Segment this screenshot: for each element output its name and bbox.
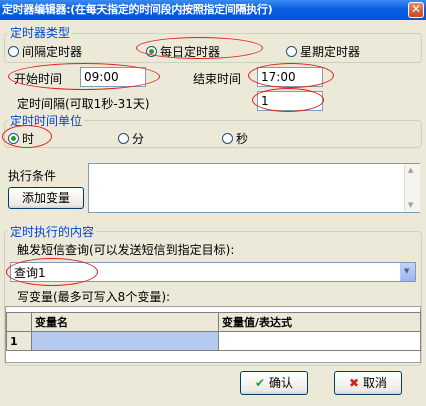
radio-label: 分 (132, 132, 145, 146)
end-time-input[interactable]: 17:00 (257, 67, 323, 87)
cancel-button[interactable]: ✖ 取消 (334, 371, 402, 395)
cross-icon: ✖ (349, 376, 360, 390)
time-unit-legend: 定时时间单位 (8, 112, 85, 129)
radio-button-selected[interactable] (146, 46, 157, 57)
close-icon: ✕ (410, 2, 422, 16)
timer-type-legend: 定时器类型 (8, 24, 73, 41)
title-bar: 定时器编辑器:(在每天指定的时间段内按照指定间隔执行) ✕ (0, 0, 426, 20)
radio-label: 每日定时器 (160, 45, 221, 59)
chevron-down-icon: ▼ (404, 267, 410, 275)
radio-unit-second[interactable]: 秒 (222, 130, 248, 147)
content-legend: 定时执行的内容 (8, 223, 97, 240)
radio-button-selected[interactable] (8, 133, 19, 144)
radio-daily-timer[interactable]: 每日定时器 (146, 43, 220, 60)
scroll-up-icon[interactable]: ▲ (408, 166, 413, 174)
radio-button[interactable] (222, 133, 233, 144)
trigger-select[interactable]: 查询1 ▼ (10, 262, 416, 282)
variable-value-cell[interactable] (218, 331, 421, 351)
radio-label: 秒 (236, 132, 249, 146)
row-number: 1 (6, 331, 32, 351)
radio-label: 时 (22, 132, 35, 146)
scroll-down-icon[interactable]: ▼ (408, 201, 413, 209)
end-time-label: 结束时间 (193, 72, 242, 86)
radio-unit-hour[interactable]: 时 (8, 130, 34, 147)
condition-textarea[interactable] (88, 163, 420, 213)
window-title: 定时器编辑器:(在每天指定的时间段内按照指定间隔执行) (2, 3, 273, 16)
radio-unit-minute[interactable]: 分 (118, 130, 144, 147)
add-variable-button[interactable]: 添加变量 (8, 187, 84, 209)
start-time-input[interactable]: 09:00 (80, 67, 146, 87)
radio-weekly-timer[interactable]: 星期定时器 (286, 43, 360, 60)
variable-name-cell[interactable] (31, 331, 219, 351)
row-number-header (6, 312, 32, 332)
ok-label: 确认 (268, 376, 293, 390)
radio-button[interactable] (8, 46, 19, 57)
radio-interval-timer[interactable]: 间隔定时器 (8, 43, 82, 60)
column-header-name: 变量名 (31, 312, 219, 332)
trigger-label: 触发短信查询(可以发送短信到指定目标): (17, 243, 235, 257)
condition-label: 执行条件 (8, 169, 57, 183)
trigger-select-value: 查询1 (14, 266, 46, 280)
table-row[interactable]: 1 (6, 331, 421, 351)
variables-table: 变量名 变量值/表达式 1 (6, 312, 421, 351)
dropdown-button[interactable]: ▼ (400, 263, 415, 281)
write-variables-label: 写变量(最多可写入8个变量): (17, 290, 171, 304)
start-time-label: 开始时间 (14, 72, 63, 86)
table-header-row: 变量名 变量值/表达式 (6, 312, 421, 332)
ok-button[interactable]: ✔ 确认 (240, 371, 308, 395)
condition-scrollbar[interactable]: ▲ ▼ (404, 164, 420, 212)
close-button[interactable]: ✕ (408, 2, 424, 18)
radio-label: 间隔定时器 (22, 45, 83, 59)
radio-button[interactable] (286, 46, 297, 57)
interval-label: 定时间隔(可取1秒-31天) (17, 97, 150, 111)
checkmark-icon: ✔ (255, 376, 266, 390)
radio-button[interactable] (118, 133, 129, 144)
radio-label: 星期定时器 (300, 45, 361, 59)
interval-input[interactable]: 1 (257, 91, 323, 111)
cancel-label: 取消 (362, 376, 387, 390)
column-header-value: 变量值/表达式 (218, 312, 421, 332)
